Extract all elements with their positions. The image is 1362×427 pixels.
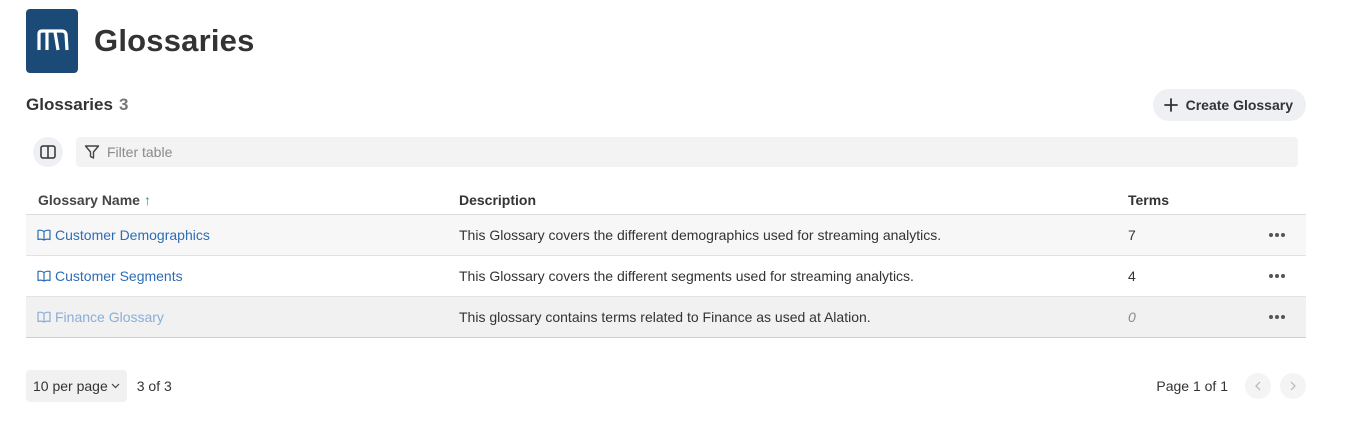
column-header-name-label: Glossary Name: [38, 192, 140, 208]
page-indicator: Page 1 of 1: [1156, 378, 1228, 394]
pagination-bar: 10 per page 3 of 3 Page 1 of 1: [26, 370, 1306, 402]
columns-toggle-button[interactable]: [33, 137, 63, 167]
glossary-name: Finance Glossary: [55, 309, 164, 325]
glossary-terms-count: 4: [1128, 268, 1136, 284]
table-row: Customer Segments This Glossary covers t…: [26, 256, 1306, 297]
glossary-terms-count: 7: [1128, 227, 1136, 243]
glossary-count: 3: [118, 95, 129, 114]
glossaries-table: Glossary Name ↑ Description Terms Custome…: [26, 186, 1306, 338]
page-header: Glossaries: [26, 9, 255, 73]
glossary-link[interactable]: Finance Glossary: [37, 309, 164, 325]
book-icon: [37, 229, 51, 241]
pagination-left: 10 per page 3 of 3: [26, 370, 172, 402]
section-title-label: Glossaries: [26, 95, 113, 114]
row-actions: [1248, 270, 1306, 282]
more-horizontal-icon[interactable]: [1265, 270, 1289, 282]
section-title: Glossaries 3: [26, 95, 128, 115]
filter-icon: [84, 144, 100, 160]
sort-ascending-icon: ↑: [143, 192, 151, 208]
glossary-name-cell: Customer Segments: [26, 268, 459, 284]
per-page-select[interactable]: 10 per page: [26, 370, 127, 402]
table-toolbar: [33, 137, 1298, 167]
glossary-link[interactable]: Customer Demographics: [37, 227, 210, 243]
row-actions: [1248, 311, 1306, 323]
more-horizontal-icon[interactable]: [1265, 311, 1289, 323]
row-actions: [1248, 229, 1306, 241]
filter-input[interactable]: [107, 144, 507, 160]
columns-icon: [40, 145, 56, 159]
pagination-right: Page 1 of 1: [1156, 373, 1306, 399]
section-header: Glossaries 3 Create Glossary: [26, 88, 1306, 122]
chevron-down-icon: [111, 383, 120, 389]
more-horizontal-icon[interactable]: [1265, 229, 1289, 241]
create-glossary-button[interactable]: Create Glossary: [1152, 89, 1306, 121]
plus-icon: [1163, 98, 1178, 112]
book-icon: [37, 311, 51, 323]
glossary-terms-count: 0: [1128, 309, 1136, 325]
create-glossary-label: Create Glossary: [1185, 97, 1293, 113]
book-icon: [37, 270, 51, 282]
column-header-terms[interactable]: Terms: [1128, 192, 1248, 208]
glossary-link[interactable]: Customer Segments: [37, 268, 183, 284]
filter-box[interactable]: [76, 137, 1298, 167]
glossary-description: This Glossary covers the different demog…: [459, 227, 942, 243]
per-page-label: 10 per page: [33, 378, 108, 394]
glossary-name-cell: Finance Glossary: [26, 309, 459, 325]
column-header-name[interactable]: Glossary Name ↑: [26, 192, 459, 208]
glossary-description: This Glossary covers the different segme…: [459, 268, 914, 284]
chevron-right-icon: [1290, 381, 1296, 391]
page-title: Glossaries: [94, 23, 255, 58]
glossary-name-cell: Customer Demographics: [26, 227, 459, 243]
next-page-button[interactable]: [1280, 373, 1306, 399]
previous-page-button[interactable]: [1245, 373, 1271, 399]
alation-logo-icon[interactable]: [26, 9, 78, 73]
table-header: Glossary Name ↑ Description Terms: [26, 186, 1306, 215]
pagination-range: 3 of 3: [136, 378, 172, 394]
glossary-name: Customer Demographics: [55, 227, 210, 243]
table-row: Finance Glossary This glossary contains …: [26, 297, 1306, 338]
glossary-name: Customer Segments: [55, 268, 183, 284]
table-row: Customer Demographics This Glossary cove…: [26, 215, 1306, 256]
column-header-description[interactable]: Description: [459, 192, 1128, 208]
glossary-description: This glossary contains terms related to …: [459, 309, 871, 325]
chevron-left-icon: [1255, 381, 1261, 391]
